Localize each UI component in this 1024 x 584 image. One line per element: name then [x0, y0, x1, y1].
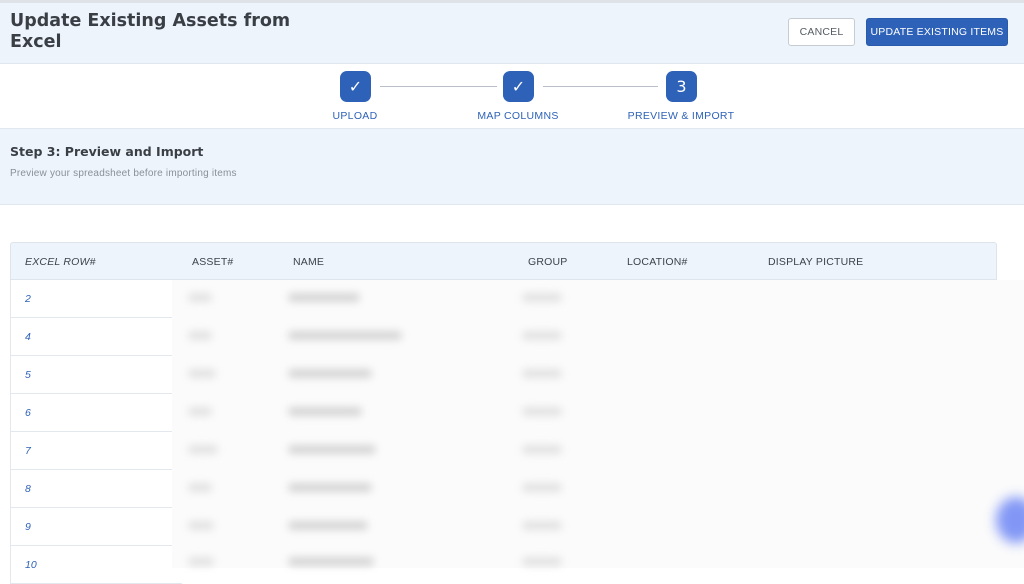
redacted-value: [188, 369, 216, 378]
redacted-value: [188, 331, 212, 340]
redacted-value: [522, 557, 562, 566]
column-header-group: GROUP: [528, 256, 568, 268]
redacted-value: [288, 331, 402, 340]
redacted-value: [188, 293, 212, 302]
excel-row-link[interactable]: 10: [25, 559, 37, 571]
excel-row-link[interactable]: 9: [25, 521, 31, 533]
section-description: Preview your spreadsheet before importin…: [10, 168, 237, 179]
excel-row-link[interactable]: 4: [25, 331, 31, 343]
import-stepper: ✓ UPLOAD ✓ MAP COLUMNS 3 PREVIEW & IMPOR…: [0, 64, 1024, 129]
cancel-button[interactable]: CANCEL: [788, 18, 855, 46]
page-header: Update Existing Assets from Excel CANCEL…: [0, 3, 1024, 64]
excel-row-link[interactable]: 8: [25, 483, 31, 495]
redacted-value: [288, 407, 362, 416]
redacted-value: [522, 331, 562, 340]
excel-row-link[interactable]: 5: [25, 369, 31, 381]
redacted-value: [522, 483, 562, 492]
redacted-value: [188, 407, 212, 416]
redacted-value: [188, 483, 212, 492]
table-row: 8: [11, 470, 182, 508]
step-map-columns-check-icon: ✓: [503, 71, 534, 102]
excel-row-column: 2 4 5 6 7 8 9 10: [10, 280, 182, 584]
step-upload-label: UPLOAD: [332, 110, 378, 122]
redacted-value: [288, 445, 376, 454]
redacted-value: [288, 521, 368, 530]
table-row: 10: [11, 546, 182, 584]
table-row: 7: [11, 432, 182, 470]
column-header-display-picture: DISPLAY PICTURE: [768, 256, 864, 268]
column-header-excel-row: EXCEL ROW#: [25, 256, 96, 268]
excel-row-link[interactable]: 2: [25, 293, 31, 305]
redacted-value: [288, 293, 360, 302]
redacted-cell-area: [172, 280, 1024, 568]
table-row: 6: [11, 394, 182, 432]
redacted-value: [288, 369, 372, 378]
redacted-value: [188, 521, 214, 530]
table-row: 4: [11, 318, 182, 356]
column-header-name: NAME: [293, 256, 325, 268]
redacted-value: [522, 521, 562, 530]
redacted-value: [288, 557, 374, 566]
page-title: Update Existing Assets from Excel: [10, 11, 291, 52]
step-connector: [543, 86, 658, 87]
step-preview-number: 3: [666, 71, 697, 102]
step-section-header: Step 3: Preview and Import Preview your …: [0, 129, 1024, 205]
redacted-value: [522, 407, 562, 416]
redacted-value: [188, 557, 214, 566]
excel-row-link[interactable]: 7: [25, 445, 31, 457]
step-map-columns-label: MAP COLUMNS: [477, 110, 559, 122]
column-header-asset: ASSET#: [192, 256, 234, 268]
excel-row-link[interactable]: 6: [25, 407, 31, 419]
step-preview-label: PREVIEW & IMPORT: [627, 110, 735, 122]
table-row: 2: [11, 280, 182, 318]
column-header-location: LOCATION#: [627, 256, 688, 268]
step-connector: [380, 86, 497, 87]
update-existing-items-button[interactable]: UPDATE EXISTING ITEMS: [866, 18, 1008, 46]
table-row: 9: [11, 508, 182, 546]
redacted-value: [522, 369, 562, 378]
redacted-value: [188, 445, 218, 454]
redacted-value: [522, 445, 562, 454]
redacted-value: [522, 293, 562, 302]
redacted-value: [288, 483, 372, 492]
table-header: EXCEL ROW# ASSET# NAME GROUP LOCATION# D…: [10, 242, 997, 280]
table-row: 5: [11, 356, 182, 394]
step-upload-check-icon: ✓: [340, 71, 371, 102]
section-title: Step 3: Preview and Import: [10, 144, 204, 159]
